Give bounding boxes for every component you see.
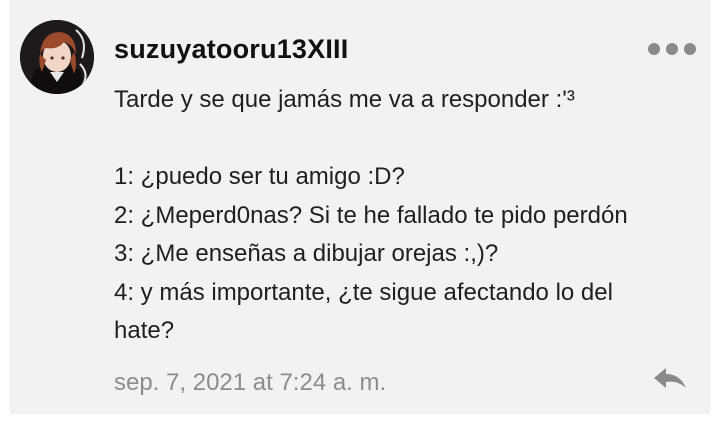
- more-options-button[interactable]: [648, 38, 696, 60]
- message-line: 1: ¿puedo ser tu amigo :D?: [114, 163, 405, 190]
- message-line: hate?: [114, 317, 175, 344]
- comment-timestamp: sep. 7, 2021 at 7:24 a. m.: [114, 369, 387, 396]
- more-horizontal-icon-dot: [684, 43, 696, 55]
- message-line: 2: ¿Meperd0nas? Si te he fallado te pido…: [114, 201, 628, 229]
- comment-message: Tarde y se que jamás me va a responder :…: [114, 81, 704, 351]
- reply-arrow-icon: [654, 368, 686, 388]
- more-horizontal-icon: [648, 43, 660, 55]
- avatar[interactable]: [20, 20, 94, 94]
- message-line: 4: y más importante, ¿te sigue afectando…: [114, 278, 613, 306]
- message-line: Tarde y se que jamás me va a responder :…: [114, 86, 575, 113]
- username[interactable]: suzuyatooru13XIII: [114, 34, 348, 65]
- avatar-image: [20, 20, 94, 94]
- reply-button[interactable]: [650, 364, 690, 394]
- message-line: 3: ¿Me enseñas a dibujar orejas :,)?: [114, 240, 499, 267]
- more-horizontal-icon-dot: [666, 43, 678, 55]
